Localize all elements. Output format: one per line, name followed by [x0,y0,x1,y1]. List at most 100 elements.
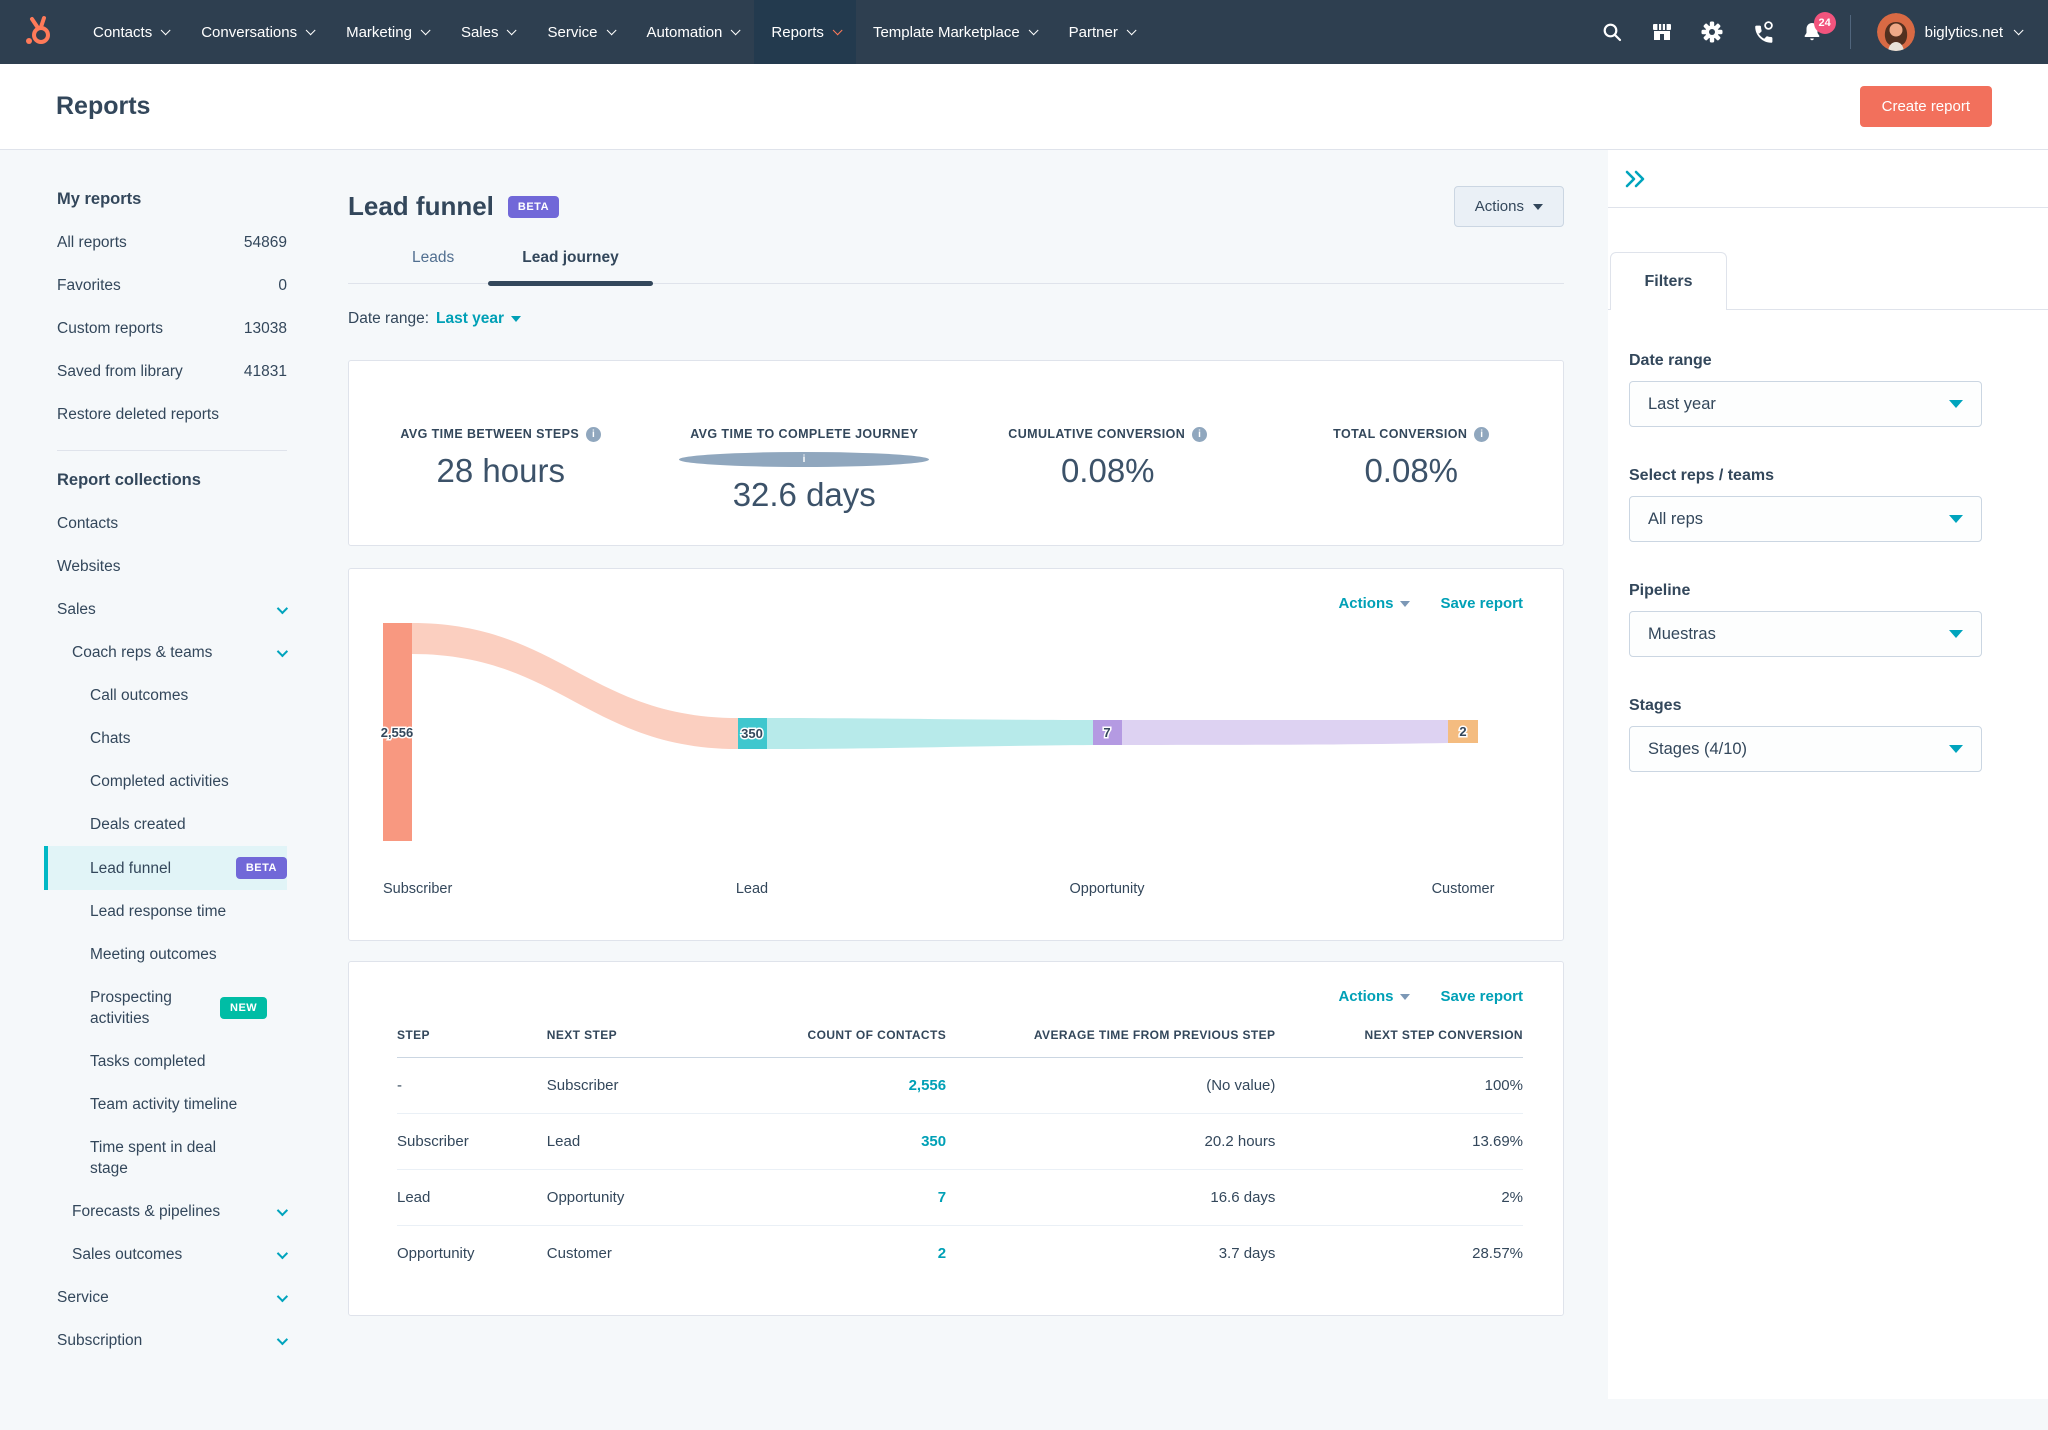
sidebar-item-team-activity-timeline[interactable]: Team activity timeline [57,1083,287,1126]
sidebar-item-websites[interactable]: Websites [57,545,287,588]
sidebar-item-contacts[interactable]: Contacts [57,502,287,545]
reps-teams-select[interactable]: All reps [1629,496,1982,542]
sidebar-item-call-outcomes[interactable]: Call outcomes [57,674,287,717]
marketplace-icon[interactable] [1650,20,1674,44]
sidebar-item-service[interactable]: Service [57,1276,289,1319]
chart-save-report-button[interactable]: Save report [1440,595,1523,612]
chevron-down-icon [305,24,316,35]
nav-item-reports[interactable]: Reports [754,0,856,64]
settings-gear-icon[interactable] [1700,20,1724,44]
metric-label: TOTAL CONVERSION [1333,427,1468,441]
count-link[interactable]: 7 [938,1189,946,1206]
tab-lead-journey[interactable]: Lead journey [488,249,654,286]
sidebar-item-lead-funnel[interactable]: Lead funnel BETA [44,846,287,890]
journey-steps-table-card: Actions Save report STEP NEXT STEP COUNT… [348,961,1564,1316]
sidebar-item-meeting-outcomes[interactable]: Meeting outcomes [57,933,287,976]
cell-avg-time: 3.7 days [1218,1245,1276,1262]
select-value: Last year [1648,394,1716,413]
sidebar-item-label: Custom reports [57,320,163,337]
chevron-down-icon [507,24,518,35]
nav-item-label: Contacts [93,23,153,41]
nav-item-label: Template Marketplace [872,23,1020,41]
report-main: Lead funnel BETA Actions Leads Lead jour… [348,150,1564,1430]
stages-select[interactable]: Stages (4/10) [1629,726,1982,772]
info-icon[interactable] [1192,426,1208,442]
page-title: Reports [56,92,151,120]
sidebar-item-saved-from-library[interactable]: Saved from library 41831 [57,350,287,393]
sidebar-item-prospecting-activities[interactable]: Prospecting activities NEW [57,976,287,1040]
filter-pipeline: Pipeline Muestras [1629,582,2048,657]
collapse-panel-button[interactable] [1624,168,1648,190]
account-name: biglytics.net [1924,23,2003,41]
tab-leads[interactable]: Leads [378,249,488,283]
sidebar-item-count: 54869 [243,233,287,251]
sidebar-item-favorites[interactable]: Favorites 0 [57,264,287,307]
sidebar-item-forecasts-pipelines[interactable]: Forecasts & pipelines [57,1190,289,1233]
date-range-select[interactable]: Last year [1629,381,1982,427]
sidebar-item-label: Restore deleted reports [57,406,219,423]
chevron-down-icon [160,24,171,35]
stage-label-subscriber: Subscriber [383,881,452,897]
sidebar-item-tasks-completed[interactable]: Tasks completed [57,1040,287,1083]
chevron-down-icon [276,1290,289,1302]
select-value: Muestras [1648,624,1716,643]
nav-item-conversations[interactable]: Conversations [184,0,329,64]
sidebar-item-time-spent-in-deal-stage[interactable]: Time spent in deal stage [57,1126,287,1190]
sidebar-item-deals-created[interactable]: Deals created [57,803,287,846]
nav-item-marketing[interactable]: Marketing [329,0,444,64]
chevron-down-icon [1028,24,1039,35]
cell-avg-time: 20.2 hours [946,1113,1276,1170]
pipeline-select[interactable]: Muestras [1629,611,1982,657]
info-icon[interactable] [1474,426,1490,442]
journey-metrics-card: AVG TIME BETWEEN STEPS 28 hours AVG TIME… [348,360,1564,546]
select-value: Stages (4/10) [1648,739,1748,758]
create-report-button[interactable]: Create report [1859,86,1992,127]
metric-value: 0.08% [1060,452,1155,489]
notifications-bell-icon[interactable]: 24 [1800,12,1836,44]
actions-label: Actions [1338,595,1394,612]
count-link[interactable]: 2,556 [909,1077,947,1094]
hubspot-logo-icon[interactable] [0,0,76,64]
sidebar-item-lead-response-time[interactable]: Lead response time [57,890,287,933]
node-value-opportunity: 7 [1103,725,1110,740]
sidebar-item-sales-outcomes[interactable]: Sales outcomes [57,1233,289,1276]
sidebar-item-label: Sales outcomes [72,1246,183,1263]
sidebar-item-label: Call outcomes [90,687,189,704]
table-save-report-button[interactable]: Save report [1440,988,1523,1005]
sidebar-item-subscription[interactable]: Subscription [57,1319,289,1362]
sidebar-item-label: Favorites [57,277,121,294]
nav-item-partner[interactable]: Partner [1052,0,1150,64]
report-actions-button[interactable]: Actions [1453,186,1564,227]
nav-item-label: Reports [771,23,824,41]
sidebar-item-sales[interactable]: Sales [57,588,289,631]
sidebar-item-all-reports[interactable]: All reports 54869 [57,221,287,264]
count-link[interactable]: 350 [921,1133,946,1150]
sidebar-item-chats[interactable]: Chats [57,717,287,760]
nav-item-automation[interactable]: Automation [630,0,755,64]
stage-label-lead: Lead [736,881,768,897]
table-actions-button[interactable]: Actions [1338,988,1411,1005]
date-range-value[interactable]: Last year [436,310,504,328]
info-icon[interactable] [679,452,930,467]
calls-phone-icon[interactable] [1750,20,1774,44]
chevron-down-icon [2013,24,2024,35]
sidebar-item-label: Service [57,1289,109,1306]
table-row: Subscriber Lead 350 20.2 hours 13.69% [397,1113,1523,1170]
sidebar-item-label: Saved from library [57,363,183,380]
sidebar-item-coach-reps-teams[interactable]: Coach reps & teams [57,631,289,674]
tab-filters[interactable]: Filters [1610,252,1727,310]
nav-item-sales[interactable]: Sales [444,0,531,64]
sidebar-item-completed-activities[interactable]: Completed activities [57,760,287,803]
sidebar-item-restore-deleted-reports[interactable]: Restore deleted reports [57,393,287,436]
nav-item-service[interactable]: Service [530,0,629,64]
search-icon[interactable] [1600,20,1624,44]
count-link[interactable]: 2 [938,1245,946,1262]
chart-actions-button[interactable]: Actions [1338,595,1411,612]
nav-item-contacts[interactable]: Contacts [76,0,184,64]
column-header-next-step: NEXT STEP [546,1028,757,1058]
sidebar-item-custom-reports[interactable]: Custom reports 13038 [57,307,287,350]
info-icon[interactable] [586,426,602,442]
node-value-customer: 2 [1459,724,1466,739]
nav-item-template-marketplace[interactable]: Template Marketplace [856,0,1052,64]
account-menu[interactable]: biglytics.net [1876,13,2024,51]
